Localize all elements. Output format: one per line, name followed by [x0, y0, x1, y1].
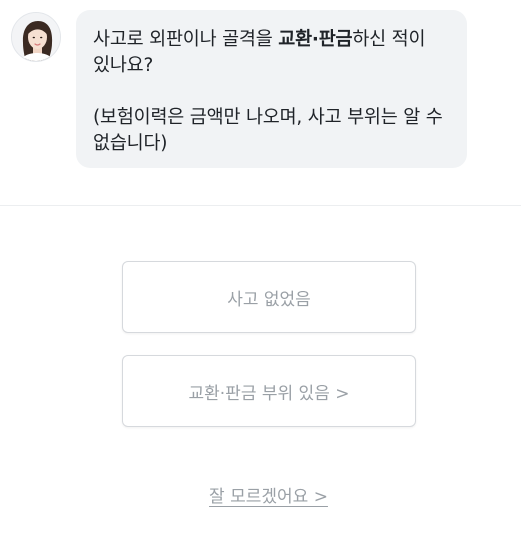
message-bold-text: 교환·판금	[278, 29, 353, 50]
dont-know-label: 잘 모르겠어요 >	[209, 487, 328, 507]
dont-know-link[interactable]: 잘 모르겠어요 >	[0, 482, 521, 507]
agent-avatar-icon	[12, 13, 60, 61]
message-text: 있나요?	[93, 55, 154, 76]
agent-avatar	[11, 12, 61, 62]
chat-message-bubble: 사고로 외판이나 골격을 교환·판금하신 적이있나요? (보험이력은 금액만 나…	[76, 10, 467, 168]
message-text: 하신 적이	[352, 29, 426, 50]
page: 사고로 외판이나 골격을 교환·판금하신 적이있나요? (보험이력은 금액만 나…	[0, 0, 521, 535]
message-text: 사고로 외판이나 골격을	[93, 29, 279, 50]
no-accident-button[interactable]: 사고 없었음	[122, 261, 416, 333]
has-replacement-button[interactable]: 교환·판금 부위 있음 >	[122, 355, 416, 427]
message-question: 사고로 외판이나 골격을 교환·판금하신 적이있나요?	[93, 27, 451, 79]
divider	[0, 205, 521, 206]
no-accident-label: 사고 없었음	[227, 289, 311, 310]
message-note-text: (보험이력은 금액만 나오며, 사고 부위는 알 수	[93, 107, 443, 128]
message-note: (보험이력은 금액만 나오며, 사고 부위는 알 수없습니다)	[93, 105, 451, 157]
message-note-text: 없습니다)	[93, 133, 168, 154]
has-replacement-label: 교환·판금 부위 있음 >	[188, 383, 350, 404]
